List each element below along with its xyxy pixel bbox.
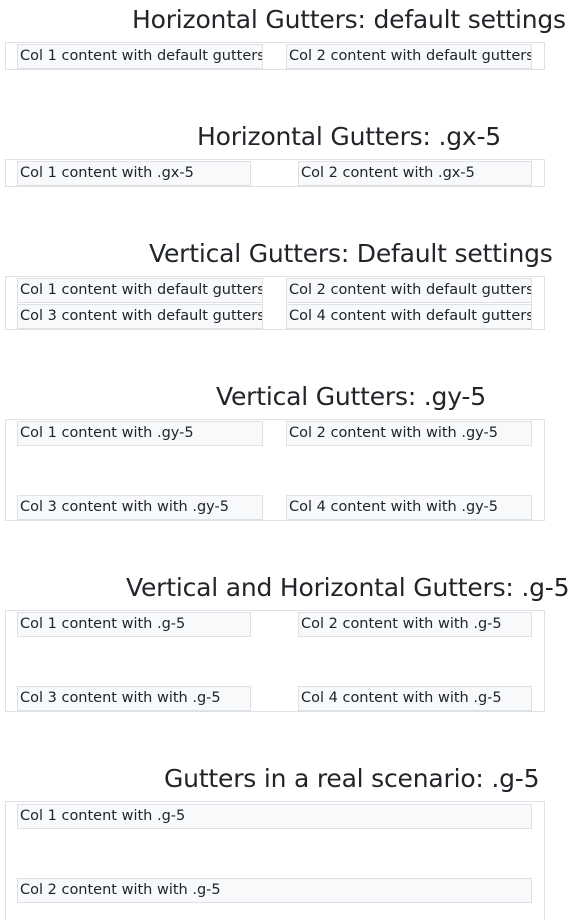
- grid-col-4: Col 4 content with default gutters: [286, 304, 532, 329]
- grid-col-1: Col 1 content with .g-5: [17, 612, 251, 637]
- heading-real-scenario-g5: Gutters in a real scenario: .g-5: [164, 764, 540, 793]
- heading-vertical-default: Vertical Gutters: Default settings: [149, 239, 553, 268]
- grid-col-1: Col 1 content with .gy-5: [17, 421, 263, 446]
- grid-col-1: Col 1 content with .gx-5: [17, 161, 251, 186]
- grid-col-1: Col 1 content with default gutters: [17, 278, 263, 303]
- heading-vertical-horizontal-g5: Vertical and Horizontal Gutters: .g-5: [126, 573, 570, 602]
- grid-col-2: Col 2 content with with .g-5: [17, 878, 532, 903]
- grid-col-1: Col 1 content with default gutters: [17, 44, 263, 69]
- heading-horizontal-default: Horizontal Gutters: default settings: [132, 5, 566, 34]
- grid-col-3: Col 3 content with with .g-5: [17, 686, 251, 711]
- grid-col-2: Col 2 content with .gx-5: [298, 161, 532, 186]
- grid-col-2: Col 2 content with with .g-5: [298, 612, 532, 637]
- grid-col-2: Col 2 content with default gutters: [286, 44, 532, 69]
- heading-horizontal-gx5: Horizontal Gutters: .gx-5: [197, 122, 502, 151]
- grid-col-2: Col 2 content with default gutters: [286, 278, 532, 303]
- heading-vertical-gy5: Vertical Gutters: .gy-5: [216, 382, 486, 411]
- grid-col-4: Col 4 content with with .gy-5: [286, 495, 532, 520]
- grid-col-3: Col 3 content with with .gy-5: [17, 495, 263, 520]
- grid-col-2: Col 2 content with with .gy-5: [286, 421, 532, 446]
- grid-col-3: Col 3 content with default gutters: [17, 304, 263, 329]
- grid-col-4: Col 4 content with with .g-5: [298, 686, 532, 711]
- grid-col-1: Col 1 content with .g-5: [17, 804, 532, 829]
